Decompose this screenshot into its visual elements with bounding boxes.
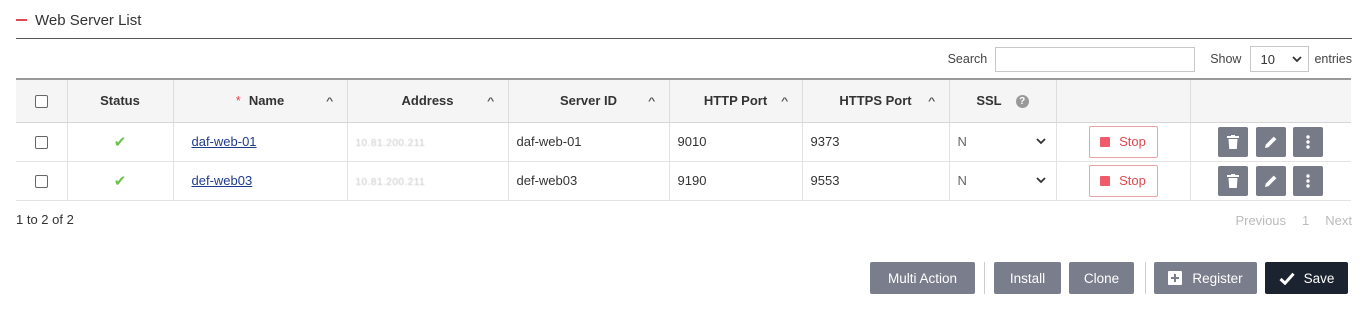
section-header: Web Server List: [16, 12, 1352, 39]
table-row: ✔ daf-web-01 10.81.200.211 daf-web-01 90…: [16, 122, 1351, 162]
delete-button[interactable]: [1218, 126, 1249, 157]
button-divider: [984, 262, 985, 294]
server-id: def-web03: [508, 161, 670, 201]
trash-icon: [1227, 134, 1240, 149]
select-all-checkbox[interactable]: [34, 95, 48, 109]
name-column-header[interactable]: * Name ^: [173, 78, 348, 123]
table-header-row: Status * Name ^ Address ^ Server ID ^ HTTP P…: [16, 78, 1351, 123]
status-column-header: Status: [67, 78, 174, 123]
address-column-header[interactable]: Address ^: [347, 78, 509, 123]
server-address: 10.81.200.211: [355, 138, 426, 149]
server-id: daf-web-01: [508, 122, 670, 162]
control-column-header: [1056, 78, 1191, 123]
server-name-link[interactable]: daf-web-01: [192, 134, 257, 149]
status-ok-check-icon: ✔: [113, 172, 127, 190]
server-address: 10.81.200.211: [355, 177, 426, 188]
stop-icon: [1100, 175, 1111, 186]
search-label: Search: [947, 52, 988, 66]
more-options-button[interactable]: [1293, 165, 1324, 196]
section-title: Web Server List: [35, 11, 142, 29]
page-size-value: 10: [1260, 51, 1275, 67]
more-vertical-icon: [1306, 134, 1311, 149]
edit-button[interactable]: [1255, 126, 1286, 157]
pencil-icon: [1264, 136, 1277, 148]
http-port: 9010: [669, 122, 803, 162]
search-input[interactable]: [995, 46, 1196, 72]
plus-square-icon: [1168, 271, 1183, 285]
table-toolbar: Search Show 10 entries: [948, 46, 1352, 72]
trash-icon: [1227, 173, 1240, 188]
stop-button[interactable]: Stop: [1088, 125, 1158, 158]
sort-caret-icon[interactable]: ^: [648, 96, 655, 106]
pagination: Previous 1 Next: [1235, 213, 1352, 228]
https-port-column-header[interactable]: HTTPS Port ^: [802, 78, 950, 123]
status-ok-check-icon: ✔: [113, 133, 127, 151]
web-server-table: Status * Name ^ Address ^ Server ID ^ HTTP P…: [16, 78, 1351, 201]
multi-action-button[interactable]: Multi Action: [870, 262, 975, 294]
chevron-down-icon: [1035, 177, 1046, 184]
required-marker: *: [235, 93, 241, 109]
http-port: 9190: [669, 161, 803, 201]
sort-caret-icon[interactable]: ^: [487, 96, 494, 106]
collapse-dash-icon[interactable]: [16, 19, 27, 21]
stop-button[interactable]: Stop: [1088, 164, 1158, 197]
row-checkbox[interactable]: [34, 136, 48, 150]
row-checkbox[interactable]: [34, 175, 48, 189]
http-port-column-header[interactable]: HTTP Port ^: [669, 78, 803, 123]
register-button[interactable]: Register: [1154, 262, 1257, 294]
server-id-column-header[interactable]: Server ID ^: [508, 78, 670, 123]
sort-caret-icon[interactable]: ^: [326, 96, 333, 106]
help-icon[interactable]: ?: [1015, 95, 1029, 109]
previous-page-button[interactable]: Previous: [1235, 213, 1286, 228]
https-port: 9373: [802, 122, 950, 162]
more-options-button[interactable]: [1293, 126, 1324, 157]
sort-caret-icon[interactable]: ^: [781, 96, 788, 106]
pencil-icon: [1264, 175, 1277, 187]
chevron-down-icon: [1035, 138, 1046, 145]
select-all-header: [16, 78, 68, 123]
show-label: Show: [1210, 52, 1242, 66]
edit-button[interactable]: [1255, 165, 1286, 196]
ssl-select[interactable]: N: [958, 173, 1048, 188]
page-number-button[interactable]: 1: [1302, 213, 1309, 228]
https-port: 9553: [802, 161, 950, 201]
page-size-select[interactable]: 10: [1250, 46, 1310, 72]
stop-icon: [1100, 136, 1111, 147]
actions-column-header: [1190, 78, 1351, 123]
save-button[interactable]: Save: [1265, 262, 1348, 294]
pagination-info: 1 to 2 of 2: [16, 212, 74, 227]
next-page-button[interactable]: Next: [1325, 213, 1352, 228]
ssl-select[interactable]: N: [958, 134, 1048, 149]
table-row: ✔ def-web03 10.81.200.211 def-web03 9190…: [16, 161, 1351, 201]
delete-button[interactable]: [1218, 165, 1249, 196]
entries-label: entries: [1314, 52, 1352, 66]
sort-caret-icon[interactable]: ^: [928, 96, 935, 106]
ssl-column-header: SSL?: [949, 78, 1057, 123]
more-vertical-icon: [1306, 173, 1311, 188]
check-icon: [1279, 272, 1295, 285]
chevron-down-icon: [1292, 55, 1303, 62]
server-name-link[interactable]: def-web03: [192, 173, 253, 188]
clone-button[interactable]: Clone: [1069, 262, 1134, 294]
install-button[interactable]: Install: [994, 262, 1061, 294]
button-divider: [1145, 262, 1146, 294]
